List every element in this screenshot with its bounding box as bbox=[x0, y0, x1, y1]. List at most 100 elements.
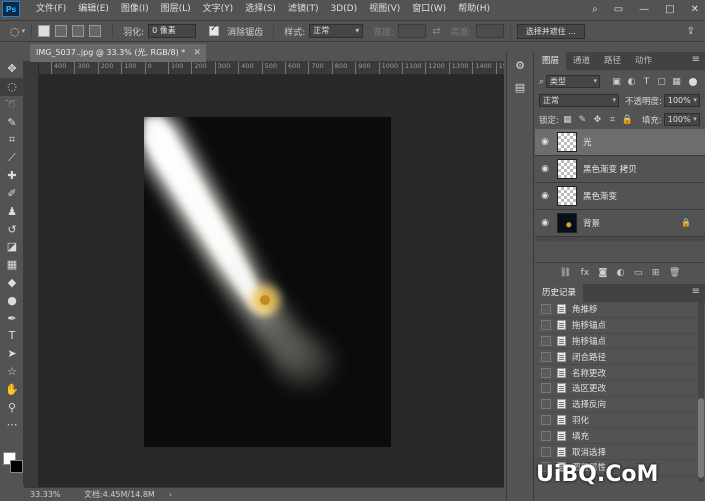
eye-icon[interactable]: ◉ bbox=[535, 191, 555, 201]
height-input[interactable] bbox=[475, 24, 504, 38]
select-and-mask-button[interactable]: 选择并遮住 ... bbox=[516, 23, 585, 39]
menu-item[interactable]: 图层(L) bbox=[155, 0, 197, 18]
chevron-down-icon[interactable]: ▾ bbox=[22, 27, 26, 35]
properties-panel-icon[interactable]: ⚙ bbox=[510, 56, 530, 74]
quick-select-tool-icon[interactable]: ✎ bbox=[0, 113, 24, 131]
tab-layers[interactable]: 图层 bbox=[535, 52, 567, 70]
history-source-checkbox[interactable] bbox=[541, 304, 551, 315]
zoom-level[interactable]: 33.33% bbox=[24, 490, 64, 499]
subtract-selection-icon[interactable] bbox=[72, 25, 85, 37]
adjustment-filter-icon[interactable]: ◐ bbox=[625, 75, 638, 88]
panel-menu-icon[interactable]: ≡ bbox=[692, 286, 700, 297]
eraser-tool-icon[interactable]: ◪ bbox=[0, 238, 24, 256]
type-filter-icon[interactable]: T bbox=[640, 75, 653, 88]
smart-object-filter-icon[interactable]: ▦ bbox=[670, 75, 683, 88]
width-input[interactable] bbox=[398, 24, 427, 38]
path-selection-tool-icon[interactable]: ➤ bbox=[0, 345, 24, 363]
history-source-checkbox[interactable] bbox=[541, 414, 551, 425]
background-color[interactable] bbox=[10, 460, 23, 473]
chevron-right-icon[interactable]: › bbox=[169, 490, 172, 499]
close-icon[interactable]: ✕ bbox=[193, 44, 201, 62]
link-icon[interactable]: ⛓ bbox=[560, 268, 571, 278]
type-tool-icon[interactable]: T bbox=[0, 327, 24, 345]
history-item[interactable]: 名称更改 bbox=[535, 365, 697, 381]
intersect-selection-icon[interactable] bbox=[89, 25, 102, 37]
lock-transparent-icon[interactable]: ▦ bbox=[561, 113, 574, 126]
search-icon[interactable]: ⌕ bbox=[592, 4, 598, 15]
add-selection-icon[interactable] bbox=[55, 25, 68, 37]
pen-tool-icon[interactable]: ✒ bbox=[0, 309, 24, 327]
document-canvas[interactable] bbox=[144, 117, 391, 447]
crop-tool-icon[interactable]: ⌗ bbox=[0, 131, 24, 149]
history-source-checkbox[interactable] bbox=[541, 446, 551, 457]
layer-row[interactable]: ◉ 光 bbox=[535, 129, 705, 156]
shape-tool-icon[interactable]: ☆ bbox=[0, 363, 24, 381]
history-source-checkbox[interactable] bbox=[541, 351, 551, 362]
style-select[interactable]: 正常 bbox=[309, 24, 364, 38]
fx-icon[interactable]: fx bbox=[581, 268, 590, 278]
history-source-checkbox[interactable] bbox=[541, 462, 551, 473]
adjustment-icon[interactable]: ◐ bbox=[617, 268, 625, 278]
lock-artboard-icon[interactable]: ⌗ bbox=[606, 113, 619, 126]
lock-position-icon[interactable]: ✥ bbox=[591, 113, 604, 126]
close-icon[interactable]: ✕ bbox=[691, 4, 699, 15]
menu-item[interactable]: 图像(I) bbox=[115, 0, 155, 18]
canvas-area[interactable] bbox=[39, 75, 504, 487]
history-source-checkbox[interactable] bbox=[541, 430, 551, 441]
menu-item[interactable]: 选择(S) bbox=[239, 0, 282, 18]
menu-item[interactable]: 3D(D) bbox=[324, 0, 363, 18]
history-item[interactable]: 选区更改 bbox=[535, 381, 697, 397]
tab-paths[interactable]: 路径 bbox=[597, 52, 628, 70]
history-source-checkbox[interactable] bbox=[541, 399, 551, 410]
document-tab[interactable]: IMG_5037..jpg @ 33.3% (光, RGB/8) * ✕ bbox=[30, 44, 206, 62]
history-source-checkbox[interactable] bbox=[541, 367, 551, 378]
menu-item[interactable]: 文字(Y) bbox=[197, 0, 240, 18]
history-item[interactable]: 拖移锚点 bbox=[535, 334, 697, 350]
panel-menu-icon[interactable]: ≡ bbox=[692, 54, 700, 65]
filter-toggle-icon[interactable] bbox=[689, 77, 698, 86]
layer-row[interactable]: ◉ 背景 🔒 bbox=[535, 210, 705, 237]
color-swatches[interactable] bbox=[3, 452, 23, 476]
history-item[interactable]: 取消选择 bbox=[535, 444, 697, 460]
lock-pixels-icon[interactable]: ✎ bbox=[576, 113, 589, 126]
new-selection-icon[interactable] bbox=[38, 25, 51, 37]
swap-icon[interactable]: ⇄ bbox=[432, 26, 440, 37]
history-item[interactable]: 填充 bbox=[535, 428, 697, 445]
brush-tool-icon[interactable]: ✐ bbox=[0, 185, 24, 203]
menu-item[interactable]: 滤镜(T) bbox=[282, 0, 325, 18]
blur-tool-icon[interactable]: ◆ bbox=[0, 274, 24, 292]
menu-item[interactable]: 窗口(W) bbox=[406, 0, 452, 18]
shape-filter-icon[interactable]: ▢ bbox=[655, 75, 668, 88]
zoom-tool-icon[interactable]: ⚲ bbox=[0, 398, 24, 416]
mask-icon[interactable]: ◙ bbox=[598, 268, 607, 278]
history-item[interactable]: 拖移锚点 bbox=[535, 318, 697, 334]
eye-icon[interactable]: ◉ bbox=[535, 137, 555, 147]
history-item[interactable]: 闭合路径 bbox=[535, 349, 697, 366]
antialias-checkbox[interactable] bbox=[209, 24, 220, 36]
feather-input[interactable]: 0 像素 bbox=[148, 24, 197, 38]
marquee-tool-icon[interactable]: ◌ bbox=[0, 77, 24, 96]
workspace-icon[interactable]: ▭ bbox=[614, 4, 623, 15]
menu-item[interactable]: 文件(F) bbox=[30, 0, 72, 18]
menu-item[interactable]: 帮助(H) bbox=[452, 0, 496, 18]
history-item[interactable]: 图层属性 bbox=[535, 460, 697, 476]
history-item[interactable]: 选择反向 bbox=[535, 397, 697, 413]
maximize-icon[interactable]: □ bbox=[665, 4, 674, 15]
image-filter-icon[interactable]: ▣ bbox=[610, 75, 623, 88]
stamp-tool-icon[interactable]: ♟ bbox=[0, 202, 24, 220]
history-item[interactable]: 角推移 bbox=[535, 302, 697, 318]
history-source-checkbox[interactable] bbox=[541, 335, 551, 346]
history-scrollbar[interactable] bbox=[698, 302, 704, 482]
tab-history[interactable]: 历史记录 bbox=[535, 284, 584, 302]
gradient-tool-icon[interactable]: ▦ bbox=[0, 256, 24, 274]
lock-all-icon[interactable]: 🔒 bbox=[621, 113, 634, 126]
dodge-tool-icon[interactable]: ● bbox=[0, 291, 24, 309]
layer-filter-select[interactable]: 类型 bbox=[546, 75, 601, 88]
adjustments-panel-icon[interactable]: ▤ bbox=[510, 78, 530, 96]
blend-mode-select[interactable]: 正常 bbox=[539, 94, 619, 107]
new-layer-icon[interactable]: ⊞ bbox=[652, 268, 660, 278]
healing-brush-tool-icon[interactable]: ✚ bbox=[0, 167, 24, 185]
lasso-tool-icon[interactable]: ➰ bbox=[0, 96, 24, 114]
history-source-checkbox[interactable] bbox=[541, 383, 551, 394]
layer-row[interactable]: ◉ 黑色渐变 拷贝 bbox=[535, 156, 705, 183]
